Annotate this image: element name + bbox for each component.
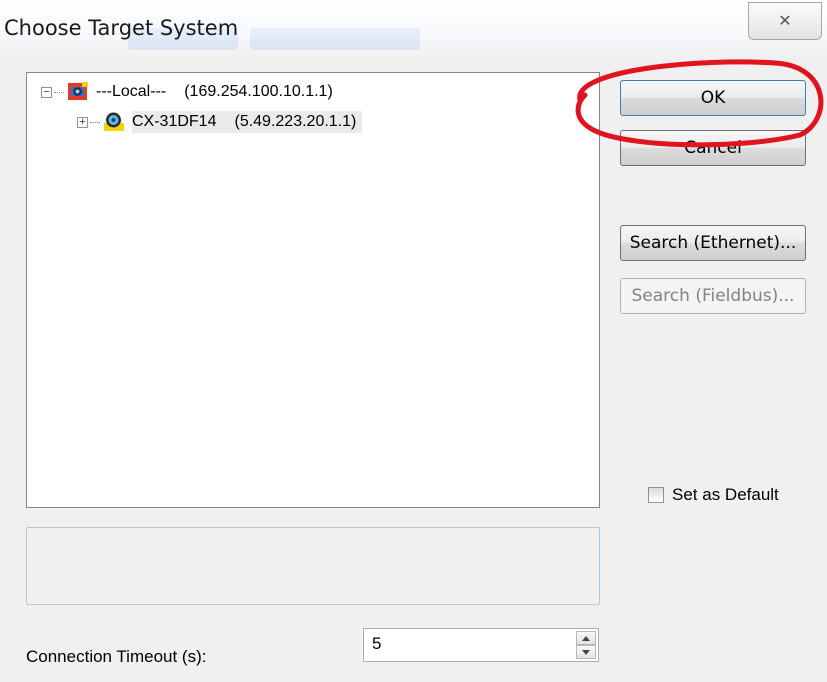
tree-connector (90, 121, 100, 123)
expand-icon[interactable]: + (77, 116, 88, 128)
cancel-button[interactable]: Cancel (620, 130, 806, 166)
search-ethernet-button[interactable]: Search (Ethernet)... (620, 225, 806, 261)
background-window-tab (250, 28, 420, 50)
close-icon: ✕ (778, 13, 792, 30)
tree-node-address: (5.49.223.20.1.1) (234, 113, 357, 130)
close-button[interactable]: ✕ (748, 2, 822, 40)
set-as-default-option[interactable]: Set as Default (648, 485, 779, 505)
connection-timeout-value[interactable]: 5 (372, 634, 381, 654)
set-as-default-label: Set as Default (672, 485, 779, 504)
collapse-icon[interactable]: − (41, 86, 52, 98)
network-router-icon (68, 82, 88, 100)
status-panel (26, 527, 600, 605)
tree-node-local[interactable]: − ---Local--- (169.254.100.10.1.1) (41, 79, 333, 105)
arrow-down-icon (582, 649, 590, 655)
dialog-title: Choose Target System (4, 16, 239, 40)
tree-node-name: ---Local--- (96, 83, 167, 100)
tree-node-address: (169.254.100.10.1.1) (184, 83, 333, 100)
tree-connector (54, 91, 64, 93)
ok-button[interactable]: OK (620, 80, 806, 116)
title-bar: Choose Target System ✕ (0, 0, 827, 58)
network-router-icon (104, 112, 124, 131)
spin-buttons (576, 631, 596, 659)
arrow-up-icon (582, 635, 590, 641)
connection-timeout-spinbox[interactable]: 5 (363, 628, 599, 662)
tree-node-cx-31df14[interactable]: + CX-31DF14 (5.49.223.20.1.1) (77, 109, 363, 135)
spin-down-button[interactable] (576, 645, 596, 659)
target-system-tree[interactable]: − ---Local--- (169.254.100.10.1.1) + CX-… (26, 72, 600, 508)
tree-node-name: CX-31DF14 (132, 113, 217, 130)
search-fieldbus-button[interactable]: Search (Fieldbus)... (620, 278, 806, 314)
connection-timeout-label: Connection Timeout (s): (26, 647, 207, 666)
spin-up-button[interactable] (576, 631, 596, 645)
set-as-default-checkbox[interactable] (648, 487, 664, 503)
tree-node-selected: CX-31DF14 (5.49.223.20.1.1) (132, 111, 363, 133)
